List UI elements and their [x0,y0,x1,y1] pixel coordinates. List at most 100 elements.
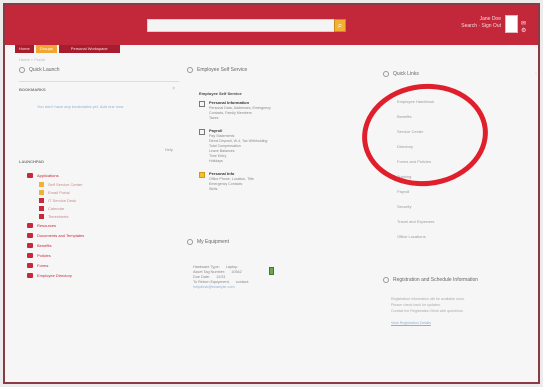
equipment-title: My Equipment [197,239,229,245]
list-item[interactable]: Self Service Center [27,180,177,188]
list-item[interactable]: Resources [27,220,177,230]
equipment-label[interactable]: helpdesk@example.com [193,285,235,290]
document-icon [199,101,205,107]
launchpad-title: Launchpad [19,159,45,164]
list-item-label: Benefits [37,242,52,248]
registration-line: Contact the Registration Desk with quest… [391,309,464,313]
quick-link[interactable]: Travel and Expenses [397,214,527,229]
registration-link-row: View Registration Details [391,320,521,326]
quick-links-heading: Quick Links [383,71,419,77]
list-item-label: Calendar [48,205,65,211]
ess-group: Personal Information Personal Data, Addre… [199,100,359,121]
bookmarks-panel: Bookmarks × You don't have any bookmarks… [19,81,179,141]
list-item[interactable]: Calendar [27,204,177,212]
folder-icon [27,252,33,258]
registration-lines: Registration information will be availab… [391,296,521,314]
document-icon [199,129,205,135]
quick-link[interactable]: Security [397,199,527,214]
search-input[interactable] [147,19,337,32]
list-item[interactable]: Applications [27,170,177,180]
ess-heading: Employee Self Service [187,67,247,73]
user-menu[interactable]: Jane Doe Search · Sign Out [445,16,501,30]
app-icon [39,189,44,195]
quick-links-title: Quick Links [393,71,419,77]
middle-column: Employee Self Service Employee Self Serv… [187,67,367,377]
ess-group-link[interactable]: Holidays [209,159,267,164]
quick-launch-icon [19,67,25,73]
folder-icon [27,262,33,268]
ess-icon [187,67,193,73]
bookmarks-empty-text[interactable]: You don't have any bookmarks yet. Add on… [37,104,157,110]
equipment-line: helpdesk@example.com [193,285,353,290]
list-item[interactable]: Email Portal [27,188,177,196]
list-item[interactable]: Employee Directory [27,270,177,280]
ess-block: Employee Self Service Personal Informati… [199,91,359,199]
quick-links-icon [383,71,389,77]
registration-title: Registration and Schedule Information [393,277,479,283]
list-item-label: Email Portal [48,189,70,195]
registration-heading: Registration and Schedule Information [383,277,478,283]
quick-launch-heading: Quick Launch [19,67,179,73]
equipment-value: 10542 [231,270,242,274]
ess-group-link[interactable]: Skills [209,187,254,192]
list-item[interactable]: Timesheets [27,212,177,220]
folder-icon [27,222,33,228]
folder-icon [27,172,33,178]
tab-home[interactable]: Home [15,45,34,53]
folder-icon [27,272,33,278]
tab-personal-workspace[interactable]: Personal Workspace [58,45,120,53]
app-icon [39,181,44,187]
list-item-label: Self Service Center [48,181,83,187]
list-item-label: Resources [37,222,57,228]
breadcrumb: Home > Portal [19,57,45,62]
app-icon [39,205,44,211]
ess-header: Employee Self Service [199,91,242,96]
registration-link[interactable]: View Registration Details [391,321,431,325]
ess-group-body: Payroll Pay Statements Direct Deposit, W-4… [209,128,267,164]
list-item[interactable]: Benefits [27,240,177,250]
folder-icon [27,232,33,238]
close-icon[interactable]: × [172,86,175,92]
search-icon: ⌕ [337,21,343,30]
screenshot-frame: ⌕ Jane Doe Search · Sign Out ✉ ⚙ Home Gr… [3,3,540,384]
quick-launch-title: Quick Launch [29,67,60,73]
registration-icon [383,277,389,283]
ess-group: Payroll Pay Statements Direct Deposit, W-4… [199,128,359,164]
top-bar: ⌕ Jane Doe Search · Sign Out ✉ ⚙ [5,5,538,45]
tab-groups[interactable]: Groups [35,45,57,53]
avatar[interactable] [505,15,518,33]
battery-icon [269,267,274,275]
bookmarks-title: Bookmarks [19,87,46,92]
search-button[interactable]: ⌕ [334,19,346,32]
ess-group: Personal Info Office Phone, Location, Tit… [199,171,359,192]
folder-icon [199,172,205,178]
list-item[interactable]: IT Service Desk [27,196,177,204]
quick-link[interactable]: Office Locations [397,229,527,244]
ess-title: Employee Self Service [197,67,248,73]
ess-group-link[interactable]: Taxes [209,116,271,121]
list-item[interactable]: Policies [27,250,177,260]
collapse-icon[interactable]: ◦ [535,71,537,77]
list-item-label: Timesheets [48,213,69,219]
bookmarks-help-link[interactable]: Help [165,147,173,152]
ess-groups: Personal Information Personal Data, Addre… [199,100,359,192]
equipment-icon [187,239,193,245]
list-item-label: Policies [37,252,51,258]
list-item[interactable]: Documents and Templates [27,230,177,240]
list-item-label: Forms [37,262,49,268]
list-item[interactable]: Forms [27,260,177,270]
ess-group-body: Personal Information Personal Data, Addre… [209,100,271,121]
list-item-label: IT Service Desk [48,197,77,203]
equipment-heading: My Equipment [187,239,229,245]
list-item-label: Employee Directory [37,272,72,278]
user-subtext: Search · Sign Out [461,23,501,29]
equipment-block: Hardware Type: Laptop Asset Tag Number: 105… [193,265,353,290]
folder-icon [27,242,33,248]
user-name: Jane Doe [479,16,501,22]
header-icons[interactable]: ✉ ⚙ [521,20,538,34]
tab-bar: Home Groups Personal Workspace [15,45,120,53]
app-icon [39,197,44,203]
quick-link[interactable]: Payroll [397,184,527,199]
ess-group-body: Personal Info Office Phone, Location, Tit… [209,171,254,192]
registration-body: Registration information will be availab… [391,296,521,326]
